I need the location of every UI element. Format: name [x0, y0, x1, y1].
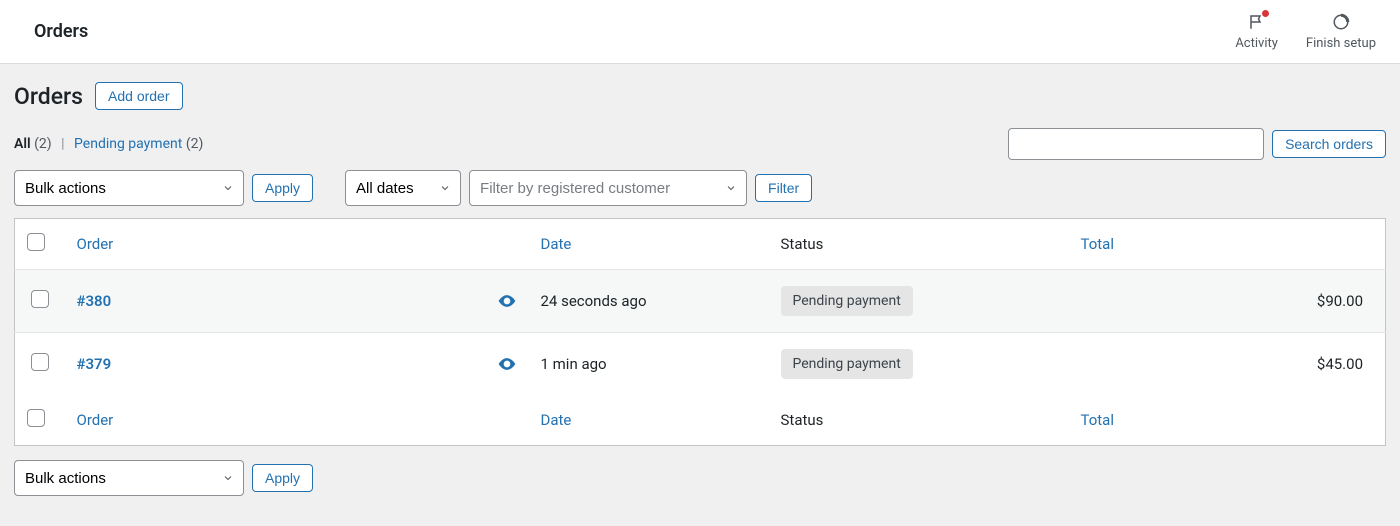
filter-tabs: All (2) | Pending payment (2)	[14, 136, 203, 152]
dates-select[interactable]: All dates	[345, 170, 461, 206]
page-title-row: Orders Add order	[14, 82, 1386, 110]
notification-dot-icon	[1262, 10, 1269, 17]
finish-setup-label: Finish setup	[1306, 36, 1376, 51]
status-badge: Pending payment	[781, 349, 913, 379]
page-title: Orders	[14, 83, 83, 110]
filter-sep: |	[61, 136, 64, 152]
apply-button-top[interactable]: Apply	[252, 174, 313, 202]
apply-button-bottom[interactable]: Apply	[252, 464, 313, 492]
filter-tab-all[interactable]: All	[14, 136, 31, 152]
top-bar-actions: Activity Finish setup	[1235, 12, 1376, 51]
preview-eye-icon[interactable]	[497, 354, 517, 374]
table-row: #379 1 min ago Pending payment $45.00	[15, 333, 1386, 396]
order-date: 24 seconds ago	[529, 270, 769, 333]
bulk-actions-select-bottom[interactable]: Bulk actions	[14, 460, 244, 496]
column-status: Status	[769, 395, 1069, 446]
column-total[interactable]: Total	[1081, 235, 1115, 253]
search-orders-button[interactable]: Search orders	[1272, 130, 1386, 158]
filter-tab-pending[interactable]: Pending payment	[74, 136, 182, 152]
column-date[interactable]: Date	[541, 235, 572, 253]
column-order[interactable]: Order	[77, 235, 114, 253]
orders-table: Order Date Status Total #380 24 seconds …	[14, 218, 1386, 446]
controls-row-bottom: Bulk actions Apply	[14, 460, 1386, 496]
filter-count-all: (2)	[34, 136, 52, 152]
column-total[interactable]: Total	[1081, 411, 1115, 429]
order-link[interactable]: #380	[77, 292, 112, 310]
select-all-checkbox[interactable]	[27, 233, 45, 251]
column-status: Status	[769, 219, 1069, 270]
preview-eye-icon[interactable]	[497, 291, 517, 311]
row-checkbox[interactable]	[31, 290, 49, 308]
column-date[interactable]: Date	[541, 411, 572, 429]
top-bar: Orders Activity Finish setup	[0, 0, 1400, 64]
table-header-row: Order Date Status Total	[15, 219, 1386, 270]
customer-filter-select[interactable]: Filter by registered customer	[469, 170, 747, 206]
filters-row: All (2) | Pending payment (2) Search ord…	[14, 128, 1386, 160]
content-area: Orders Add order All (2) | Pending payme…	[0, 64, 1400, 526]
order-link[interactable]: #379	[77, 355, 112, 373]
select-all-checkbox-bottom[interactable]	[27, 409, 45, 427]
search-row: Search orders	[1008, 128, 1386, 160]
activity-button[interactable]: Activity	[1235, 12, 1278, 51]
order-total: $90.00	[1069, 270, 1386, 333]
activity-label: Activity	[1235, 36, 1278, 51]
order-total: $45.00	[1069, 333, 1386, 396]
filter-button[interactable]: Filter	[755, 174, 812, 202]
bulk-actions-select[interactable]: Bulk actions	[14, 170, 244, 206]
progress-circle-icon	[1331, 12, 1351, 32]
status-badge: Pending payment	[781, 286, 913, 316]
row-checkbox[interactable]	[31, 353, 49, 371]
flag-icon	[1247, 12, 1267, 32]
finish-setup-button[interactable]: Finish setup	[1306, 12, 1376, 51]
controls-row-top: Bulk actions Apply All dates Filter by r…	[14, 170, 1386, 206]
table-row: #380 24 seconds ago Pending payment $90.…	[15, 270, 1386, 333]
order-date: 1 min ago	[529, 333, 769, 396]
add-order-button[interactable]: Add order	[95, 82, 182, 110]
table-footer-row: Order Date Status Total	[15, 395, 1386, 446]
top-bar-title: Orders	[34, 21, 88, 42]
column-order[interactable]: Order	[77, 411, 114, 429]
search-input[interactable]	[1008, 128, 1264, 160]
filter-count-pending: (2)	[186, 136, 204, 152]
